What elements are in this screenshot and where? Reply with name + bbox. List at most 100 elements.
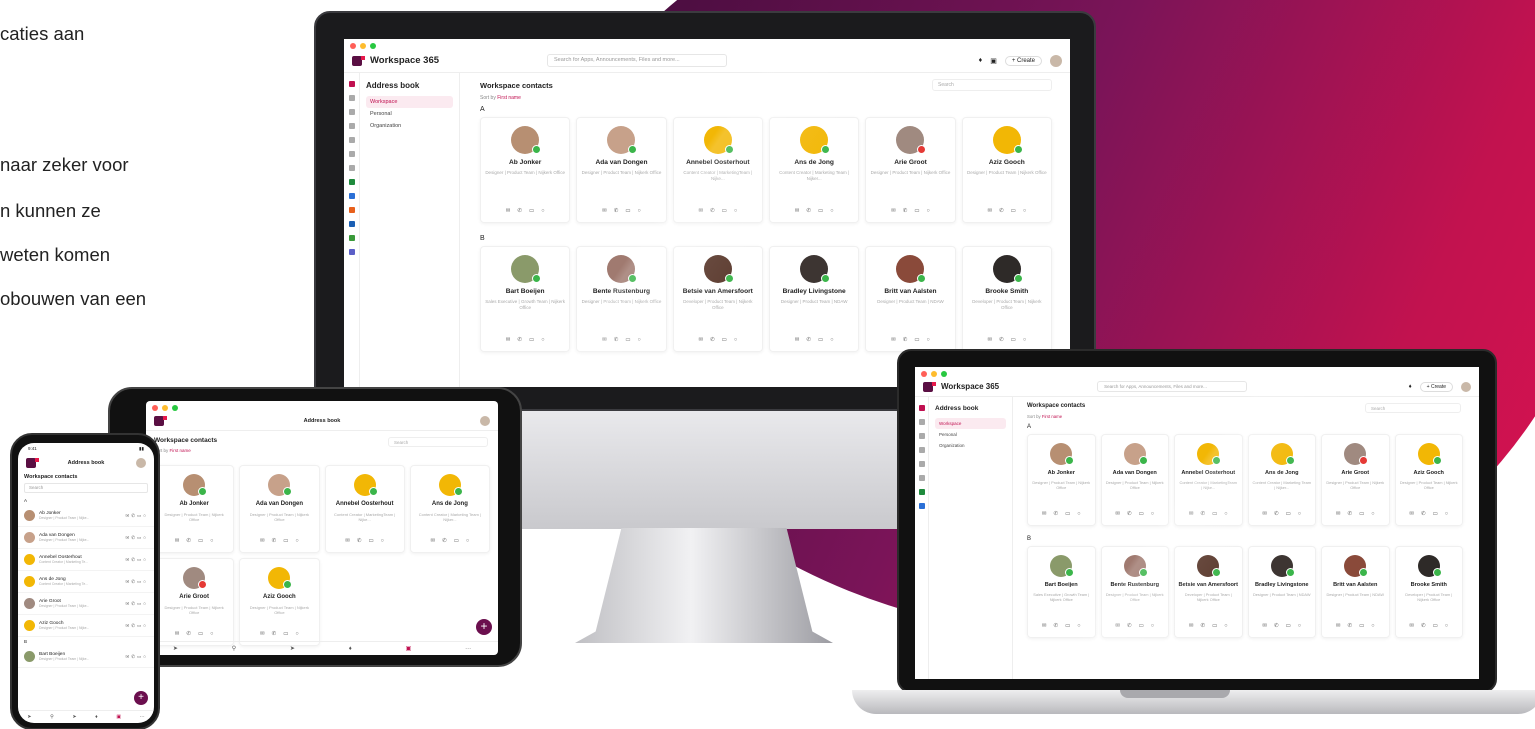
video-icon[interactable]: ▭ xyxy=(1139,511,1144,517)
video-icon[interactable]: ▭ xyxy=(1011,337,1016,343)
mail-icon[interactable]: ✉ xyxy=(891,337,896,343)
mail-icon[interactable]: ✉ xyxy=(506,337,511,343)
tablet-nav-send-icon[interactable]: ➤ xyxy=(290,645,295,652)
tablet-search-input[interactable]: Search xyxy=(388,437,488,447)
tablet-nav-bell-icon[interactable]: ♦ xyxy=(349,646,352,652)
video-icon[interactable]: ▭ xyxy=(198,631,203,637)
chat-icon[interactable]: ○ xyxy=(1151,511,1154,517)
mail-icon[interactable]: ✉ xyxy=(1336,623,1341,629)
video-icon[interactable]: ▭ xyxy=(1212,511,1217,517)
tablet-sort-control[interactable]: Sort by First name xyxy=(154,448,490,453)
video-icon[interactable]: ▭ xyxy=(722,337,727,343)
phone-icon[interactable]: ✆ xyxy=(186,631,191,637)
laptop-contact-card[interactable]: Annebel Oosterhout Content Creator | Mark… xyxy=(1174,434,1243,526)
phone-list-item[interactable]: Arie Groot Designer | Product Team | Nijk… xyxy=(18,593,154,615)
rail-mail-icon[interactable] xyxy=(348,109,355,115)
mail-icon[interactable]: ✉ xyxy=(602,208,607,214)
mail-icon[interactable]: ✉ xyxy=(795,208,800,214)
video-icon[interactable]: ▭ xyxy=(1065,623,1070,629)
rail-apps-icon[interactable] xyxy=(348,165,355,171)
phone-icon[interactable]: ✆ xyxy=(806,208,811,214)
laptop-contact-card[interactable]: Ada van Dongen Designer | Product Team | … xyxy=(1100,434,1169,526)
mail-icon[interactable]: ✉ xyxy=(1409,511,1414,517)
phone-icon[interactable]: ✆ xyxy=(999,208,1004,214)
laptop-sort-control[interactable]: Sort by First name xyxy=(1027,414,1463,419)
laptop-contact-card[interactable]: Betsie van Amersfoort Developer | Product… xyxy=(1174,546,1243,638)
video-icon[interactable]: ▭ xyxy=(1139,623,1144,629)
phone-icon[interactable]: ✆ xyxy=(710,337,715,343)
phone-list-item[interactable]: Ab Jonker Designer | Product Team | Nijke… xyxy=(18,505,154,527)
laptop-contact-card[interactable]: Brooke Smith Developer | Product Team | N… xyxy=(1394,546,1463,638)
tablet-nav-more-icon[interactable]: ··· xyxy=(465,646,471,652)
phone-icon[interactable]: ✆ xyxy=(614,337,619,343)
laptop-contact-card[interactable]: Ab Jonker Designer | Product Team | Nijke… xyxy=(1027,434,1096,526)
rail-calendar-icon[interactable] xyxy=(348,151,355,157)
phone-icon[interactable]: ✆ xyxy=(517,208,522,214)
mail-icon[interactable]: ✉ xyxy=(431,538,436,544)
chat-icon[interactable]: ○ xyxy=(295,538,298,544)
phone-nav-bell-icon[interactable]: ♦ xyxy=(95,714,98,720)
chat-icon[interactable]: ○ xyxy=(210,538,213,544)
monitor-contact-card[interactable]: Bradley Livingstone Designer | Product Te… xyxy=(769,246,860,352)
phone-icon[interactable]: ✆ xyxy=(1347,511,1352,517)
monitor-contact-card[interactable]: Arie Groot Designer | Product Team | Nijk… xyxy=(865,117,956,223)
mail-icon[interactable]: ✉ xyxy=(260,631,265,637)
laptop-rail-todo-icon[interactable] xyxy=(918,503,925,509)
chat-icon[interactable]: ○ xyxy=(295,631,298,637)
mail-icon[interactable]: ✉ xyxy=(1189,623,1194,629)
monitor-contact-card[interactable]: Brooke Smith Developer | Product Team | N… xyxy=(961,246,1052,352)
phone-icon[interactable]: ✆ xyxy=(903,208,908,214)
chat-icon[interactable]: ○ xyxy=(1224,623,1227,629)
chat-icon[interactable]: ○ xyxy=(927,208,930,214)
phone-icon[interactable]: ✆ xyxy=(1200,623,1205,629)
mail-icon[interactable]: ✉ xyxy=(1042,623,1047,629)
phone-nav-more-icon[interactable]: ··· xyxy=(140,714,145,720)
phone-list-item[interactable]: Ans de Jong Content Creator | Marketing T… xyxy=(18,571,154,593)
nav-item-personal[interactable]: Personal xyxy=(366,108,453,120)
mail-icon[interactable]: ✉ xyxy=(602,337,607,343)
phone-nav-send-icon[interactable]: ➤ xyxy=(72,714,76,720)
laptop-create-button[interactable]: + Create xyxy=(1419,381,1453,392)
mail-icon[interactable]: ✉ xyxy=(795,337,800,343)
rail-folder-icon[interactable] xyxy=(348,95,355,101)
phone-icon[interactable]: ✆ xyxy=(1053,623,1058,629)
chat-icon[interactable]: ○ xyxy=(638,208,641,214)
phone-nav-contacts-icon[interactable]: ▣ xyxy=(116,714,121,720)
phone-nav-rocket-icon[interactable]: ➤ xyxy=(27,714,31,720)
rail-maps-icon[interactable] xyxy=(348,235,355,241)
video-icon[interactable]: ▭ xyxy=(529,208,534,214)
bell-icon[interactable]: ♦ xyxy=(979,57,983,64)
contacts-search-input[interactable]: Search xyxy=(932,79,1052,91)
chat-icon[interactable]: ○ xyxy=(927,337,930,343)
laptop-rail-rocket-icon[interactable] xyxy=(918,405,925,411)
chat-icon[interactable]: ○ xyxy=(1298,511,1301,517)
nav-item-organization[interactable]: Organization xyxy=(366,120,453,132)
video-icon[interactable]: ▭ xyxy=(368,538,373,544)
laptop-user-avatar[interactable] xyxy=(1461,381,1471,392)
phone-icon[interactable]: ✆ xyxy=(186,538,191,544)
user-avatar[interactable] xyxy=(1050,54,1062,67)
phone-list-item[interactable]: Bart Boeijen Designer | Product Team | Ni… xyxy=(18,646,154,668)
mail-icon[interactable]: ✉ xyxy=(506,208,511,214)
laptop-contact-card[interactable]: Aziz Gooch Designer | Product Team | Nijk… xyxy=(1394,434,1463,526)
video-icon[interactable]: ▭ xyxy=(914,208,919,214)
laptop-contact-card[interactable]: Britt van Aalsten Designer | Product Team… xyxy=(1321,546,1390,638)
video-icon[interactable]: ▭ xyxy=(1359,623,1364,629)
rail-teams-icon[interactable] xyxy=(348,249,355,255)
list-actions-icon[interactable]: ✉✆▭○ xyxy=(125,601,148,607)
nav-item-workspace[interactable]: Workspace xyxy=(366,96,453,108)
list-actions-icon[interactable]: ✉✆▭○ xyxy=(125,579,148,585)
rail-contacts-icon[interactable] xyxy=(348,137,355,143)
phone-icon[interactable]: ✆ xyxy=(806,337,811,343)
phone-icon[interactable]: ✆ xyxy=(1347,623,1352,629)
chat-icon[interactable]: ○ xyxy=(1077,511,1080,517)
rail-excel-icon[interactable] xyxy=(348,179,355,185)
mail-icon[interactable]: ✉ xyxy=(1115,511,1120,517)
chat-icon[interactable]: ○ xyxy=(541,208,544,214)
phone-icon[interactable]: ✆ xyxy=(999,337,1004,343)
chat-icon[interactable]: ○ xyxy=(541,337,544,343)
sort-control[interactable]: Sort by First name xyxy=(480,95,1052,101)
mail-icon[interactable]: ✉ xyxy=(175,631,180,637)
video-icon[interactable]: ▭ xyxy=(283,631,288,637)
chat-icon[interactable]: ○ xyxy=(1445,623,1448,629)
